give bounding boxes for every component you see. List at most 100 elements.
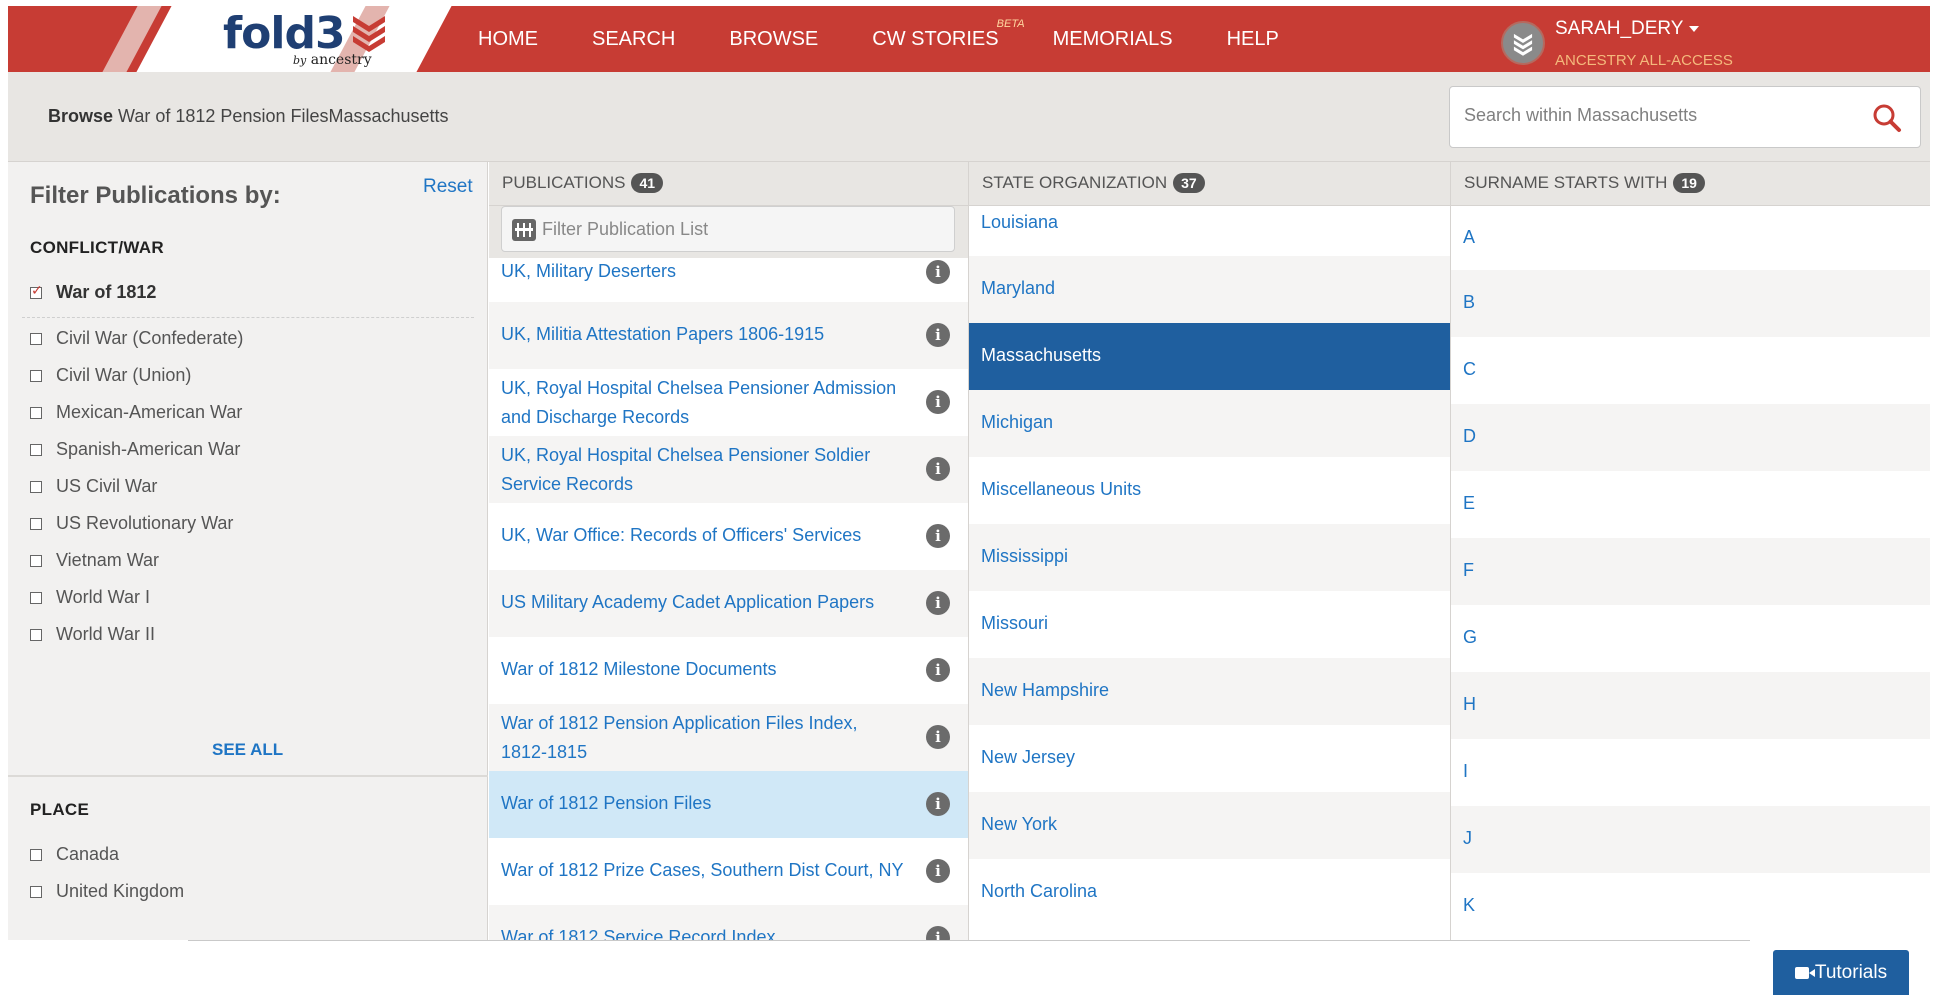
list-item[interactable]: War of 1812 Prize Cases, Southern Dist C… [489,838,968,905]
checkbox[interactable] [30,406,42,419]
list-item[interactable]: A [1451,206,1930,270]
filter-civil-war-union[interactable]: Civil War (Union) [30,365,191,386]
checkbox[interactable] [30,554,42,567]
reset-link[interactable]: Reset [423,176,473,198]
breadcrumb-bar: Browse War of 1812 Pension FilesMassachu… [8,72,1930,162]
publication-filter [501,206,955,252]
filter-united-kingdom[interactable]: United Kingdom [30,881,184,902]
info-icon[interactable]: i [926,725,950,749]
info-icon[interactable]: i [926,859,950,883]
see-all-link[interactable]: SEE ALL [212,740,283,760]
info-icon[interactable]: i [926,591,950,615]
nav-home[interactable]: HOME [478,28,538,51]
publications-list: UK, Military Deserters i UK, Militia Att… [489,206,969,940]
filter-world-war-i[interactable]: World War I [30,587,150,608]
search-box [1449,86,1921,148]
list-item[interactable]: Missouri [969,591,1450,658]
conflict-heading: CONFLICT/WAR [30,238,164,257]
list-item[interactable]: B [1451,270,1930,337]
checkbox[interactable] [30,480,42,493]
checkbox[interactable] [30,369,42,382]
checkbox[interactable] [30,591,42,604]
nav-search[interactable]: SEARCH [592,28,675,51]
list-item[interactable]: War of 1812 Pension Application Files In… [489,704,968,771]
list-item[interactable]: New Jersey [969,725,1450,792]
list-item[interactable]: New York [969,792,1450,859]
search-input[interactable] [1464,105,1864,126]
info-icon[interactable]: i [926,260,950,284]
filter-spanish-american-war[interactable]: Spanish-American War [30,439,240,460]
list-item[interactable]: G [1451,605,1930,672]
list-item[interactable]: H [1451,672,1930,739]
checkbox[interactable] [30,517,42,530]
list-item-selected[interactable]: War of 1812 Pension Files i [489,771,968,838]
list-item[interactable]: War of 1812 Service Record Index i [489,905,968,940]
filter-civil-war-confederate[interactable]: Civil War (Confederate) [30,328,243,349]
list-item[interactable]: UK, Militia Attestation Papers 1806-1915… [489,302,968,369]
publications-header: PUBLICATIONS 41 [489,162,969,206]
checkbox[interactable] [30,848,42,861]
list-item[interactable]: D [1451,404,1930,471]
info-icon[interactable]: i [926,323,950,347]
checkbox[interactable] [30,443,42,456]
info-icon[interactable]: i [926,524,950,548]
info-icon[interactable]: i [926,926,950,940]
tutorials-button[interactable]: Tutorials [1773,950,1909,995]
surname-title: SURNAME STARTS WITH 19 [1464,173,1705,193]
publication-filter-input[interactable] [542,219,942,240]
video-camera-icon [1794,966,1815,979]
list-item[interactable]: UK, Military Deserters i [489,252,968,302]
list-item[interactable]: Miscellaneous Units [969,457,1450,524]
surname-list: A B C D E F G H I J K [1451,206,1930,940]
filter-mexican-american-war[interactable]: Mexican-American War [30,402,242,423]
publication-filter-area [489,206,968,258]
list-item[interactable]: Louisiana [969,206,1450,256]
filter-us-civil-war[interactable]: US Civil War [30,476,157,497]
nav-browse[interactable]: BROWSE [729,28,818,51]
list-item[interactable]: UK, War Office: Records of Officers' Ser… [489,503,968,570]
list-item[interactable]: C [1451,337,1930,404]
list-item[interactable]: North Carolina [969,859,1450,926]
list-item[interactable]: E [1451,471,1930,538]
state-header: STATE ORGANIZATION 37 [969,162,1451,206]
list-item[interactable]: J [1451,806,1930,873]
list-item[interactable]: US Military Academy Cadet Application Pa… [489,570,968,637]
list-item[interactable]: New Hampshire [969,658,1450,725]
chevron-stack-icon [353,16,385,52]
list-item[interactable]: UK, Royal Hospital Chelsea Pensioner Sol… [489,436,968,503]
nav-help[interactable]: HELP [1227,28,1279,51]
list-item-selected[interactable]: Massachusetts [969,323,1450,390]
checkbox[interactable] [30,885,42,898]
filter-title: Filter Publications by: [30,182,281,209]
nav-cw-stories[interactable]: CW STORIES BETA [872,18,1024,51]
list-item[interactable]: K [1451,873,1930,940]
checkbox[interactable] [30,628,42,641]
place-heading: PLACE [30,800,90,819]
info-icon[interactable]: i [926,658,950,682]
info-icon[interactable]: i [926,792,950,816]
list-item[interactable]: War of 1812 Milestone Documents i [489,637,968,704]
list-item[interactable]: F [1451,538,1930,605]
info-icon[interactable]: i [926,457,950,481]
filter-war-of-1812[interactable]: War of 1812 [30,282,156,303]
list-item[interactable]: Michigan [969,390,1450,457]
checkbox-checked[interactable] [30,282,43,299]
fold3-logo[interactable]: fold3 by ancestry [223,8,403,68]
info-icon[interactable]: i [926,390,950,414]
list-item[interactable]: Maryland [969,256,1450,323]
nav-memorials[interactable]: MEMORIALS [1053,28,1173,51]
logo-byline: by ancestry [293,52,372,68]
list-item[interactable]: I [1451,739,1930,806]
checkbox[interactable] [30,332,42,345]
filter-world-war-ii[interactable]: World War II [30,624,155,645]
filter-canada[interactable]: Canada [30,844,119,865]
list-item[interactable]: UK, Royal Hospital Chelsea Pensioner Adm… [489,369,968,436]
filter-us-revolutionary-war[interactable]: US Revolutionary War [30,513,233,534]
search-icon[interactable] [1872,103,1902,133]
list-item[interactable]: Mississippi [969,524,1450,591]
breadcrumb: Browse War of 1812 Pension FilesMassachu… [48,106,449,126]
user-name[interactable]: SARAH_DERY [1555,18,1700,40]
bottom-divider [188,940,1750,941]
count-badge: 19 [1673,173,1705,193]
filter-vietnam-war[interactable]: Vietnam War [30,550,159,571]
